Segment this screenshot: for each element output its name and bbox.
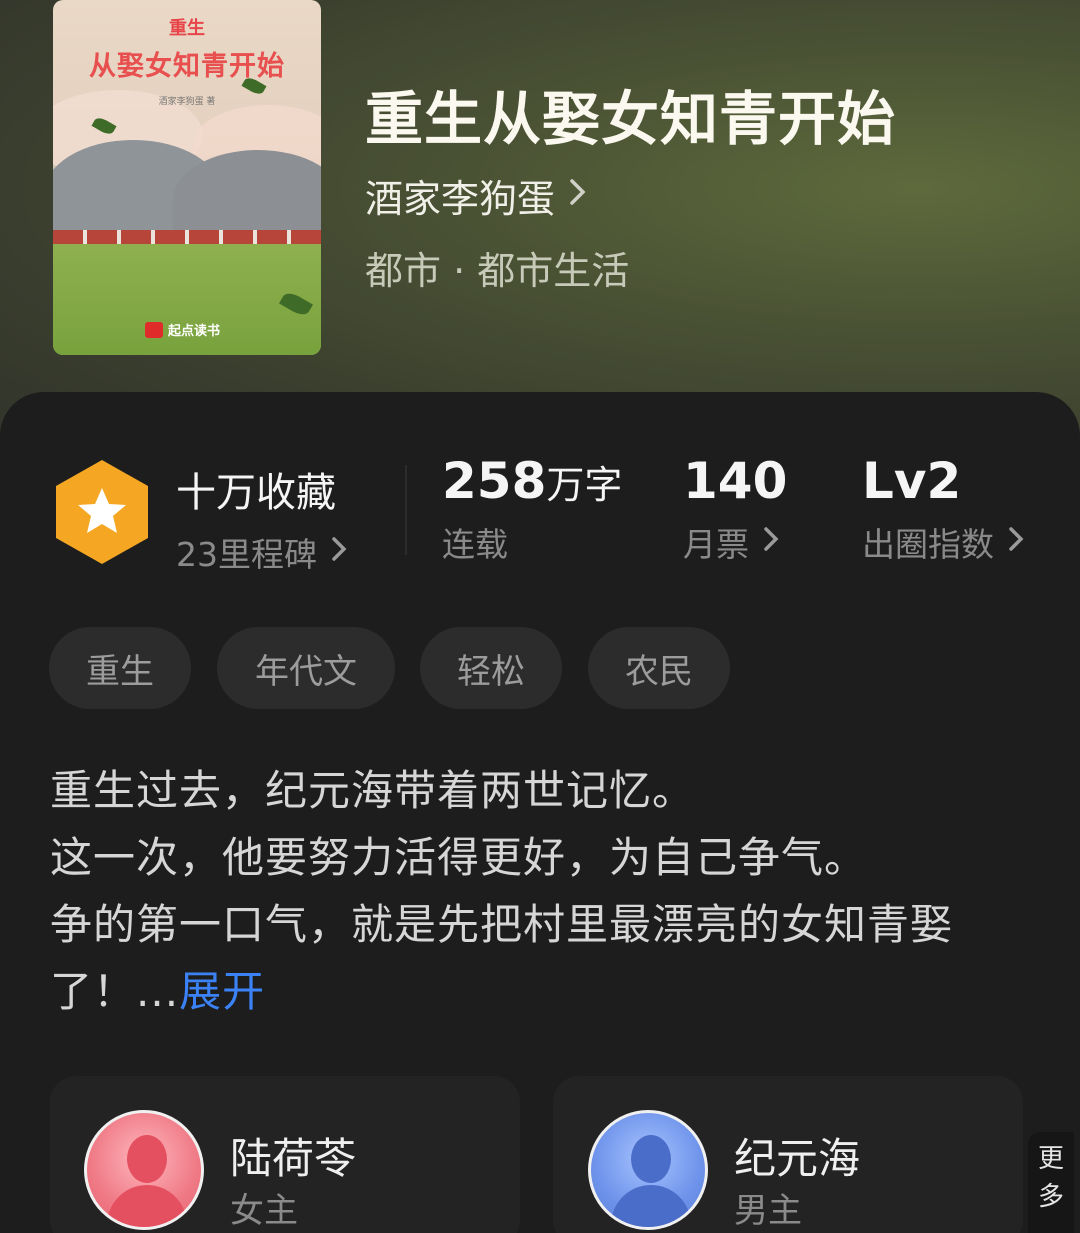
tag-chip[interactable]: 农民 <box>588 627 730 709</box>
chevron-right-icon <box>569 178 587 214</box>
character-avatar[interactable] <box>84 1110 204 1230</box>
chevron-right-icon <box>1008 526 1024 559</box>
description-line: 重生过去，纪元海带着两世记忆。 <box>50 766 696 815</box>
author-name: 酒家李狗蛋 <box>365 177 556 221</box>
tag-chip[interactable]: 年代文 <box>217 627 395 709</box>
monthly-votes-value: 140 <box>683 452 788 510</box>
character-name: 纪元海 <box>734 1134 861 1183</box>
description-line: 了！...展开 <box>50 958 1040 1025</box>
character-role: 女主 <box>230 1191 298 1231</box>
expand-link[interactable]: 展开 <box>179 967 265 1016</box>
monthly-votes-sub: 月票 <box>683 518 787 566</box>
author-link[interactable]: 酒家李狗蛋 <box>365 168 587 223</box>
cover-author-text: 酒家李狗蛋 著 <box>158 97 216 107</box>
avatar-head <box>631 1135 671 1183</box>
publisher-logo-icon <box>145 321 163 338</box>
favorites-sub: 23里程碑 <box>176 528 347 576</box>
favorites-stat[interactable]: 十万收藏 23里程碑 <box>176 460 347 576</box>
character-avatar[interactable] <box>588 1110 708 1230</box>
description-line: 这一次，他要努力活得更好，为自己争气。 <box>50 833 868 882</box>
publisher-logo: 起点读书 <box>145 320 220 339</box>
level-sub: 出圈指数 <box>862 518 1024 566</box>
word-count-unit: 万字 <box>546 463 623 507</box>
avatar-head <box>127 1135 167 1183</box>
level-stat[interactable]: Lv2 出圈指数 <box>862 452 1024 566</box>
chevron-right-icon <box>331 536 347 569</box>
chevron-right-icon <box>763 526 779 559</box>
book-title: 重生从娶女知青开始 <box>365 85 897 153</box>
book-category[interactable]: 都市 · 都市生活 <box>365 240 629 295</box>
serial-status: 连载 <box>442 525 508 564</box>
word-count-number: 258 <box>442 452 547 510</box>
tag-chip[interactable]: 轻松 <box>420 627 562 709</box>
avatar-body <box>107 1185 187 1227</box>
monthly-votes-label: 月票 <box>683 525 749 564</box>
cover-train <box>53 230 321 244</box>
description-tail: 了！... <box>50 967 180 1016</box>
favorites-value: 十万收藏 <box>176 470 336 516</box>
description-line: 争的第一口气，就是先把村里最漂亮的女知青娶 <box>50 900 954 949</box>
more-characters-button[interactable]: 更多 <box>1028 1132 1074 1233</box>
tag-chip[interactable]: 重生 <box>49 627 191 709</box>
milestone-label: 23里程碑 <box>176 535 317 574</box>
cover-title-text: 从娶女知青开始 <box>89 51 285 82</box>
book-cover[interactable]: 重生 从娶女知青开始 酒家李狗蛋 著 起点读书 <box>53 0 321 355</box>
stat-divider <box>405 465 407 555</box>
book-description: 重生过去，纪元海带着两世记忆。 这一次，他要努力活得更好，为自己争气。 争的第一… <box>50 757 1040 1025</box>
milestone-badge-icon[interactable] <box>54 458 150 566</box>
monthly-votes-stat[interactable]: 140 月票 <box>683 452 787 566</box>
character-name: 陆荷苓 <box>230 1134 357 1183</box>
cover-top-text: 重生 <box>169 18 205 39</box>
level-value: Lv2 <box>862 452 962 510</box>
character-role: 男主 <box>734 1191 802 1231</box>
publisher-name: 起点读书 <box>168 324 221 339</box>
avatar-body <box>611 1185 691 1227</box>
word-count-stat: 258万字 连载 <box>442 452 622 566</box>
level-label: 出圈指数 <box>862 525 994 564</box>
word-count-value: 258万字 <box>442 452 622 510</box>
